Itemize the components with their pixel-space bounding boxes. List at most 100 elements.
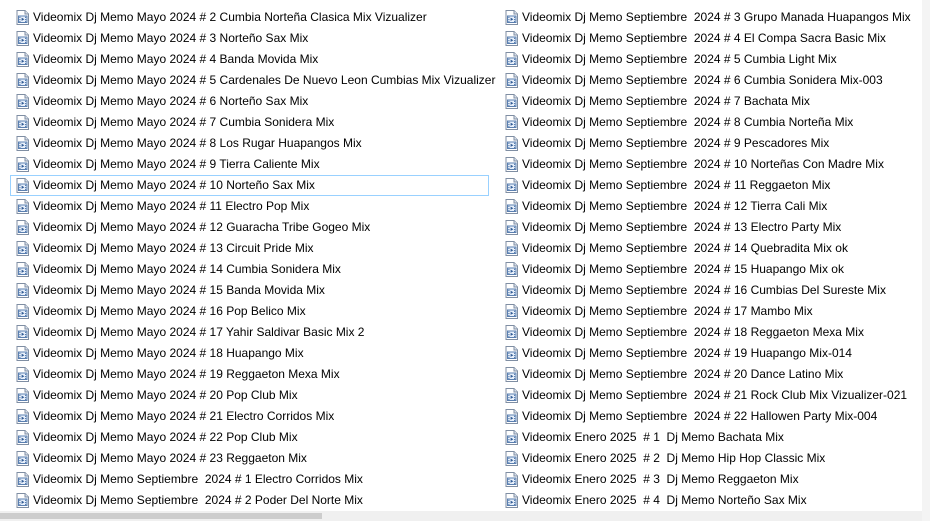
- file-item[interactable]: Videomix Enero 2025 # 1 Dj Memo Bachata …: [499, 427, 919, 448]
- vertical-scrollbar[interactable]: [922, 0, 930, 521]
- file-name: Videomix Dj Memo Septiembre 2024 # 14 Qu…: [522, 241, 848, 255]
- file-item[interactable]: Videomix Dj Memo Septiembre 2024 # 8 Cum…: [499, 112, 919, 133]
- video-file-icon: [505, 115, 519, 130]
- file-name: Videomix Enero 2025 # 3 Dj Memo Reggaeto…: [522, 472, 799, 486]
- video-file-icon: [16, 493, 30, 508]
- file-item[interactable]: Videomix Dj Memo Septiembre 2024 # 1 Ele…: [10, 469, 489, 490]
- file-item[interactable]: Videomix Dj Memo Mayo 2024 # 15 Banda Mo…: [10, 280, 489, 301]
- file-item[interactable]: Videomix Dj Memo Mayo 2024 # 8 Los Rugar…: [10, 133, 489, 154]
- file-name: Videomix Dj Memo Septiembre 2024 # 17 Ma…: [522, 304, 813, 318]
- file-item[interactable]: Videomix Dj Memo Septiembre 2024 # 16 Cu…: [499, 280, 919, 301]
- file-name: Videomix Dj Memo Mayo 2024 # 22 Pop Club…: [33, 430, 298, 444]
- file-item[interactable]: Videomix Dj Memo Mayo 2024 # 3 Norteño S…: [10, 28, 489, 49]
- file-item[interactable]: Videomix Dj Memo Septiembre 2024 # 3 Gru…: [499, 7, 919, 28]
- file-name: Videomix Dj Memo Mayo 2024 # 14 Cumbia S…: [33, 262, 341, 276]
- file-list: Videomix Dj Memo Mayo 2024 # 2 Cumbia No…: [0, 7, 922, 511]
- file-item[interactable]: Videomix Dj Memo Septiembre 2024 # 17 Ma…: [499, 301, 919, 322]
- file-item[interactable]: Videomix Dj Memo Septiembre 2024 # 7 Bac…: [499, 91, 919, 112]
- file-item[interactable]: Videomix Dj Memo Septiembre 2024 # 19 Hu…: [499, 343, 919, 364]
- file-name: Videomix Dj Memo Mayo 2024 # 5 Cardenale…: [33, 73, 496, 87]
- file-item[interactable]: Videomix Dj Memo Mayo 2024 # 11 Electro …: [10, 196, 489, 217]
- video-file-icon: [16, 451, 30, 466]
- file-item[interactable]: Videomix Dj Memo Septiembre 2024 # 10 No…: [499, 154, 919, 175]
- file-name: Videomix Dj Memo Septiembre 2024 # 3 Gru…: [522, 10, 911, 24]
- file-item[interactable]: Videomix Dj Memo Septiembre 2024 # 5 Cum…: [499, 49, 919, 70]
- file-item[interactable]: Videomix Dj Memo Mayo 2024 # 5 Cardenale…: [10, 70, 495, 91]
- video-file-icon: [505, 136, 519, 151]
- file-item[interactable]: Videomix Dj Memo Mayo 2024 # 13 Circuit …: [10, 238, 489, 259]
- file-item[interactable]: Videomix Dj Memo Septiembre 2024 # 21 Ro…: [499, 385, 919, 406]
- video-file-icon: [16, 10, 30, 25]
- file-item[interactable]: Videomix Dj Memo Mayo 2024 # 6 Norteño S…: [10, 91, 489, 112]
- file-item[interactable]: Videomix Dj Memo Septiembre 2024 # 2 Pod…: [10, 490, 489, 511]
- file-item[interactable]: Videomix Dj Memo Mayo 2024 # 22 Pop Club…: [10, 427, 489, 448]
- file-item[interactable]: Videomix Dj Memo Septiembre 2024 # 20 Da…: [499, 364, 919, 385]
- file-item[interactable]: Videomix Dj Memo Septiembre 2024 # 22 Ha…: [499, 406, 919, 427]
- video-file-icon: [16, 325, 30, 340]
- file-item[interactable]: Videomix Dj Memo Mayo 2024 # 10 Norteño …: [10, 175, 489, 196]
- file-name: Videomix Dj Memo Mayo 2024 # 17 Yahir Sa…: [33, 325, 365, 339]
- file-item[interactable]: Videomix Dj Memo Septiembre 2024 # 12 Ti…: [499, 196, 919, 217]
- video-file-icon: [16, 136, 30, 151]
- file-item[interactable]: Videomix Dj Memo Mayo 2024 # 14 Cumbia S…: [10, 259, 489, 280]
- file-name: Videomix Enero 2025 # 2 Dj Memo Hip Hop …: [522, 451, 826, 465]
- video-file-icon: [505, 31, 519, 46]
- file-name: Videomix Dj Memo Septiembre 2024 # 4 El …: [522, 31, 886, 45]
- file-name: Videomix Dj Memo Septiembre 2024 # 2 Pod…: [33, 493, 363, 507]
- file-item[interactable]: Videomix Dj Memo Mayo 2024 # 7 Cumbia So…: [10, 112, 489, 133]
- video-file-icon: [16, 52, 30, 67]
- file-item[interactable]: Videomix Dj Memo Septiembre 2024 # 14 Qu…: [499, 238, 919, 259]
- video-file-icon: [16, 157, 30, 172]
- file-item[interactable]: Videomix Dj Memo Mayo 2024 # 19 Reggaeto…: [10, 364, 489, 385]
- file-name: Videomix Dj Memo Mayo 2024 # 16 Pop Beli…: [33, 304, 306, 318]
- file-name: Videomix Dj Memo Mayo 2024 # 21 Electro …: [33, 409, 335, 423]
- video-file-icon: [16, 367, 30, 382]
- file-name: Videomix Dj Memo Septiembre 2024 # 1 Ele…: [33, 472, 363, 486]
- file-name: Videomix Dj Memo Mayo 2024 # 6 Norteño S…: [33, 94, 309, 108]
- video-file-icon: [505, 304, 519, 319]
- file-name: Videomix Dj Memo Septiembre 2024 # 7 Bac…: [522, 94, 810, 108]
- file-item[interactable]: Videomix Dj Memo Mayo 2024 # 17 Yahir Sa…: [10, 322, 489, 343]
- file-item[interactable]: Videomix Dj Memo Septiembre 2024 # 18 Re…: [499, 322, 919, 343]
- file-item[interactable]: Videomix Enero 2025 # 3 Dj Memo Reggaeto…: [499, 469, 919, 490]
- file-name: Videomix Dj Memo Septiembre 2024 # 18 Re…: [522, 325, 864, 339]
- file-name: Videomix Dj Memo Septiembre 2024 # 19 Hu…: [522, 346, 852, 360]
- file-name: Videomix Dj Memo Mayo 2024 # 4 Banda Mov…: [33, 52, 319, 66]
- video-file-icon: [505, 325, 519, 340]
- file-item[interactable]: Videomix Dj Memo Mayo 2024 # 18 Huapango…: [10, 343, 489, 364]
- video-file-icon: [505, 94, 519, 109]
- file-name: Videomix Dj Memo Mayo 2024 # 19 Reggaeto…: [33, 367, 340, 381]
- video-file-icon: [16, 430, 30, 445]
- file-item[interactable]: Videomix Dj Memo Mayo 2024 # 2 Cumbia No…: [10, 7, 489, 28]
- file-item[interactable]: Videomix Dj Memo Mayo 2024 # 21 Electro …: [10, 406, 489, 427]
- horizontal-scroll-thumb[interactable]: [0, 513, 322, 519]
- file-item[interactable]: Videomix Dj Memo Septiembre 2024 # 13 El…: [499, 217, 919, 238]
- video-file-icon: [505, 283, 519, 298]
- file-name: Videomix Dj Memo Septiembre 2024 # 16 Cu…: [522, 283, 886, 297]
- file-name: Videomix Dj Memo Septiembre 2024 # 15 Hu…: [522, 262, 844, 276]
- file-item[interactable]: Videomix Dj Memo Mayo 2024 # 23 Reggaeto…: [10, 448, 489, 469]
- video-file-icon: [505, 157, 519, 172]
- file-item[interactable]: Videomix Dj Memo Mayo 2024 # 12 Guaracha…: [10, 217, 489, 238]
- file-item[interactable]: Videomix Enero 2025 # 2 Dj Memo Hip Hop …: [499, 448, 919, 469]
- video-file-icon: [505, 199, 519, 214]
- file-item[interactable]: Videomix Dj Memo Septiembre 2024 # 4 El …: [499, 28, 919, 49]
- file-name: Videomix Dj Memo Mayo 2024 # 23 Reggaeto…: [33, 451, 307, 465]
- file-item[interactable]: Videomix Dj Memo Septiembre 2024 # 6 Cum…: [499, 70, 919, 91]
- file-item[interactable]: Videomix Dj Memo Mayo 2024 # 4 Banda Mov…: [10, 49, 489, 70]
- file-item[interactable]: Videomix Dj Memo Septiembre 2024 # 11 Re…: [499, 175, 919, 196]
- video-file-icon: [505, 178, 519, 193]
- video-file-icon: [16, 346, 30, 361]
- file-item[interactable]: Videomix Dj Memo Mayo 2024 # 20 Pop Club…: [10, 385, 489, 406]
- file-name: Videomix Dj Memo Septiembre 2024 # 21 Ro…: [522, 388, 908, 402]
- file-item[interactable]: Videomix Dj Memo Mayo 2024 # 16 Pop Beli…: [10, 301, 489, 322]
- file-item[interactable]: Videomix Dj Memo Septiembre 2024 # 9 Pes…: [499, 133, 919, 154]
- horizontal-scrollbar[interactable]: [0, 511, 922, 521]
- file-item[interactable]: Videomix Dj Memo Septiembre 2024 # 15 Hu…: [499, 259, 919, 280]
- video-file-icon: [16, 241, 30, 256]
- file-name: Videomix Dj Memo Septiembre 2024 # 11 Re…: [522, 178, 831, 192]
- file-item[interactable]: Videomix Dj Memo Mayo 2024 # 9 Tierra Ca…: [10, 154, 489, 175]
- video-file-icon: [505, 241, 519, 256]
- video-file-icon: [505, 367, 519, 382]
- file-item[interactable]: Videomix Enero 2025 # 4 Dj Memo Norteño …: [499, 490, 919, 511]
